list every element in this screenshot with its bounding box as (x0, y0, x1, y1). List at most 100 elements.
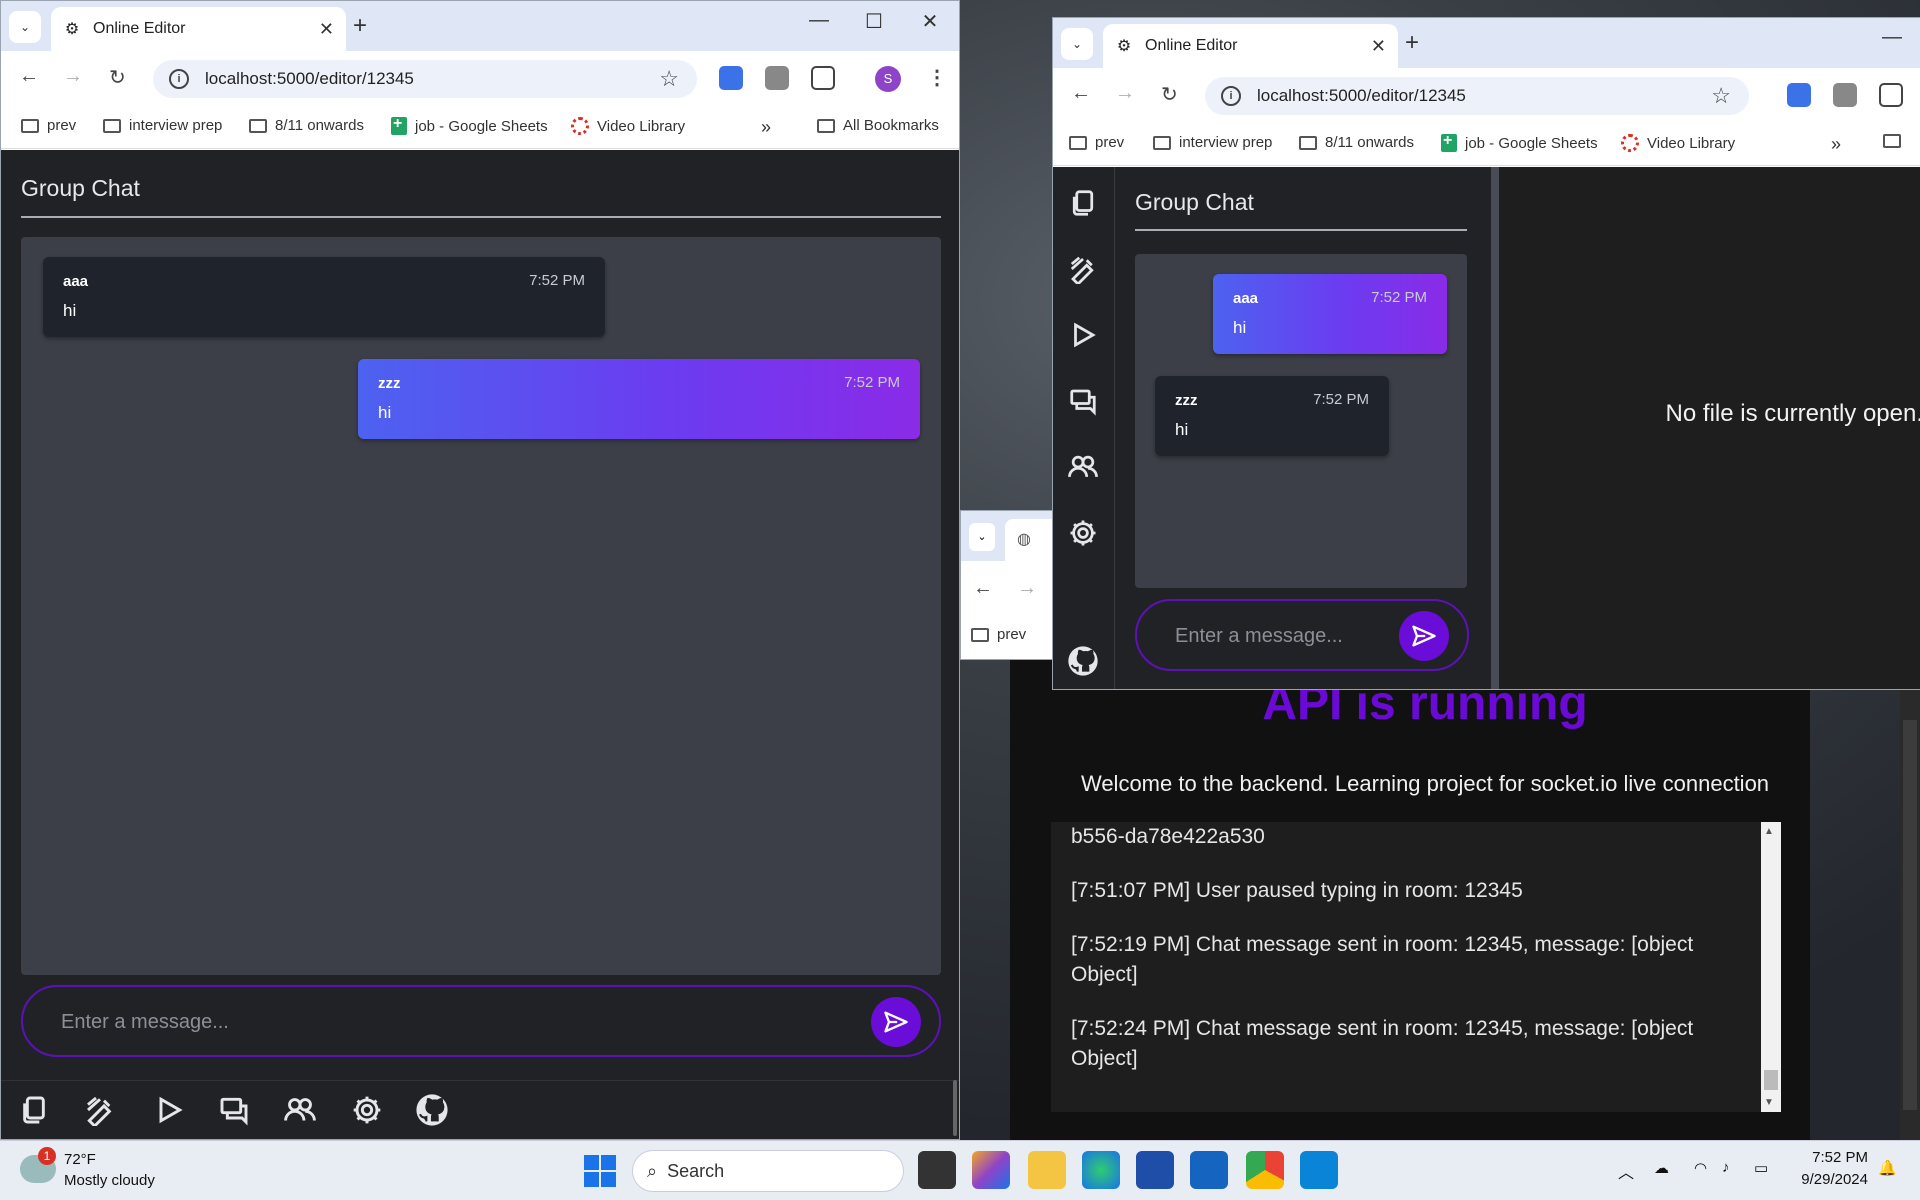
weather-temp[interactable]: 72°F (64, 1151, 96, 1168)
all-bookmarks[interactable]: All Bookmarks (817, 117, 939, 134)
store-icon[interactable] (1136, 1151, 1174, 1189)
weather-desc[interactable]: Mostly cloudy (64, 1172, 155, 1189)
tab-search-icon[interactable]: ⌄ (9, 11, 41, 43)
tab-search-icon[interactable]: ⌄ (969, 523, 995, 551)
bookmark-8-11-onwards[interactable]: 8/11 onwards (249, 117, 364, 134)
log-scrollbar[interactable]: ▲ ▼ (1761, 822, 1781, 1112)
files-icon[interactable] (14, 1090, 54, 1130)
bookmark-prev[interactable]: prev (1069, 134, 1124, 151)
github-icon[interactable] (1063, 641, 1103, 681)
vscode-icon[interactable] (1300, 1151, 1338, 1189)
bookmark-job-sheets[interactable]: job - Google Sheets (1441, 132, 1598, 152)
address-bar[interactable]: i localhost:5000/editor/12345 ☆ (1205, 77, 1749, 115)
users-icon[interactable] (1063, 447, 1103, 487)
extension-icon[interactable] (765, 66, 789, 90)
run-icon[interactable] (1063, 315, 1103, 355)
close-window-button[interactable]: ✕ (907, 9, 953, 34)
site-info-icon[interactable]: i (169, 69, 189, 89)
bookmark-job-sheets[interactable]: job - Google Sheets (391, 115, 548, 135)
extension-icon[interactable] (719, 66, 743, 90)
forward-icon[interactable]: → (63, 65, 83, 88)
more-bookmarks-icon[interactable]: » (761, 117, 771, 138)
profile-avatar[interactable]: S (875, 66, 901, 92)
bookmark-video-library[interactable]: Video Library (571, 117, 685, 135)
show-hidden-icons[interactable]: ︿ (1618, 1159, 1634, 1183)
bookmark-interview-prep[interactable]: interview prep (103, 117, 222, 134)
forward-icon[interactable]: → (1017, 577, 1037, 600)
bookmark-8-11-onwards[interactable]: 8/11 onwards (1299, 134, 1414, 151)
bookmark-prev[interactable]: prev (21, 117, 76, 134)
message-input[interactable]: Enter a message... (21, 985, 941, 1057)
send-button[interactable] (1399, 611, 1449, 661)
wifi-icon[interactable]: ◠ (1694, 1159, 1707, 1177)
bookmark-interview-prep[interactable]: interview prep (1153, 134, 1272, 151)
draw-icon[interactable] (80, 1090, 120, 1130)
volume-icon[interactable]: ♪ (1722, 1159, 1730, 1176)
address-bar[interactable]: i localhost:5000/editor/12345 ☆ (153, 60, 697, 98)
clock-date[interactable]: 9/29/2024 (1786, 1171, 1868, 1188)
forward-icon[interactable]: → (1115, 82, 1135, 105)
clock-time[interactable]: 7:52 PM (1796, 1149, 1868, 1166)
minimize-button[interactable]: — (1869, 26, 1915, 49)
extensions-puzzle-icon[interactable] (1879, 83, 1903, 107)
app-scrollbar[interactable] (953, 1080, 957, 1136)
tab-online-editor[interactable]: ⚙ Online Editor ✕ (51, 7, 346, 51)
chat-icon[interactable] (1063, 381, 1103, 421)
bookmark-prev[interactable]: prev (971, 626, 1026, 643)
send-button[interactable] (871, 997, 921, 1047)
draw-icon[interactable] (1063, 249, 1103, 289)
bookmark-star-icon[interactable]: ☆ (1711, 83, 1731, 109)
bookmark-video-library[interactable]: Video Library (1621, 134, 1735, 152)
message-input[interactable]: Enter a message... (1135, 599, 1469, 671)
taskbar-search[interactable]: ⌕ Search (632, 1150, 904, 1192)
background-browser-window[interactable]: ⌄ ◍ ← → prev (960, 510, 1060, 660)
kebab-menu-icon[interactable]: ⋮ (927, 65, 947, 90)
settings-gear-icon[interactable] (347, 1090, 387, 1130)
tab-search-icon[interactable]: ⌄ (1061, 28, 1093, 60)
edge-icon[interactable] (1082, 1151, 1120, 1189)
maximize-button[interactable]: ☐ (851, 9, 897, 34)
minimize-button[interactable]: — (796, 9, 842, 32)
run-icon[interactable] (149, 1090, 189, 1130)
chat-messages-area: aaa 7:52 PM hi zzz 7:52 PM hi (1135, 254, 1467, 588)
tab-online-editor[interactable]: ⚙ Online Editor ✕ (1103, 24, 1398, 68)
chat-message: zzz 7:52 PM hi (1155, 376, 1389, 456)
back-icon[interactable]: ← (19, 65, 39, 88)
new-tab-button[interactable]: + (353, 13, 367, 39)
outlook-icon[interactable] (1190, 1151, 1228, 1189)
extensions-puzzle-icon[interactable] (811, 66, 835, 90)
new-tab-button[interactable]: + (1405, 30, 1419, 56)
message-time: 7:52 PM (844, 374, 900, 391)
panel-resizer[interactable] (1491, 167, 1499, 689)
copilot-icon[interactable] (972, 1151, 1010, 1189)
notifications-bell-icon[interactable]: 🔔 (1878, 1159, 1897, 1177)
back-icon[interactable]: ← (1071, 82, 1091, 105)
chrome-icon[interactable] (1246, 1151, 1284, 1189)
extension-icon[interactable] (1833, 83, 1857, 107)
close-tab-icon[interactable]: ✕ (319, 19, 334, 40)
all-bookmarks[interactable] (1883, 134, 1909, 148)
settings-gear-icon[interactable] (1063, 513, 1103, 553)
scroll-down-icon[interactable]: ▼ (1764, 1097, 1774, 1108)
reload-icon[interactable]: ↻ (1161, 82, 1178, 107)
users-icon[interactable] (280, 1090, 320, 1130)
close-tab-icon[interactable]: ✕ (1371, 36, 1386, 57)
scroll-up-icon[interactable]: ▲ (1764, 826, 1774, 837)
onedrive-icon[interactable]: ☁ (1654, 1159, 1669, 1177)
back-icon[interactable]: ← (973, 577, 993, 600)
battery-icon[interactable]: ▭ (1754, 1159, 1768, 1177)
chat-icon[interactable] (214, 1090, 254, 1130)
more-bookmarks-icon[interactable]: » (1831, 134, 1841, 155)
files-icon[interactable] (1063, 183, 1103, 223)
backend-page-scrollbar[interactable] (1900, 690, 1920, 1140)
task-view-icon[interactable] (918, 1151, 956, 1189)
scroll-thumb[interactable] (1764, 1070, 1778, 1090)
reload-icon[interactable]: ↻ (109, 65, 126, 90)
bookmark-star-icon[interactable]: ☆ (659, 66, 679, 92)
file-explorer-icon[interactable] (1028, 1151, 1066, 1189)
extension-icon[interactable] (1787, 83, 1811, 107)
server-log-panel[interactable]: b556-da78e422a530 [7:51:07 PM] User paus… (1051, 822, 1781, 1112)
site-info-icon[interactable]: i (1221, 86, 1241, 106)
github-icon[interactable] (412, 1090, 452, 1130)
windows-start-icon[interactable] (584, 1155, 616, 1187)
